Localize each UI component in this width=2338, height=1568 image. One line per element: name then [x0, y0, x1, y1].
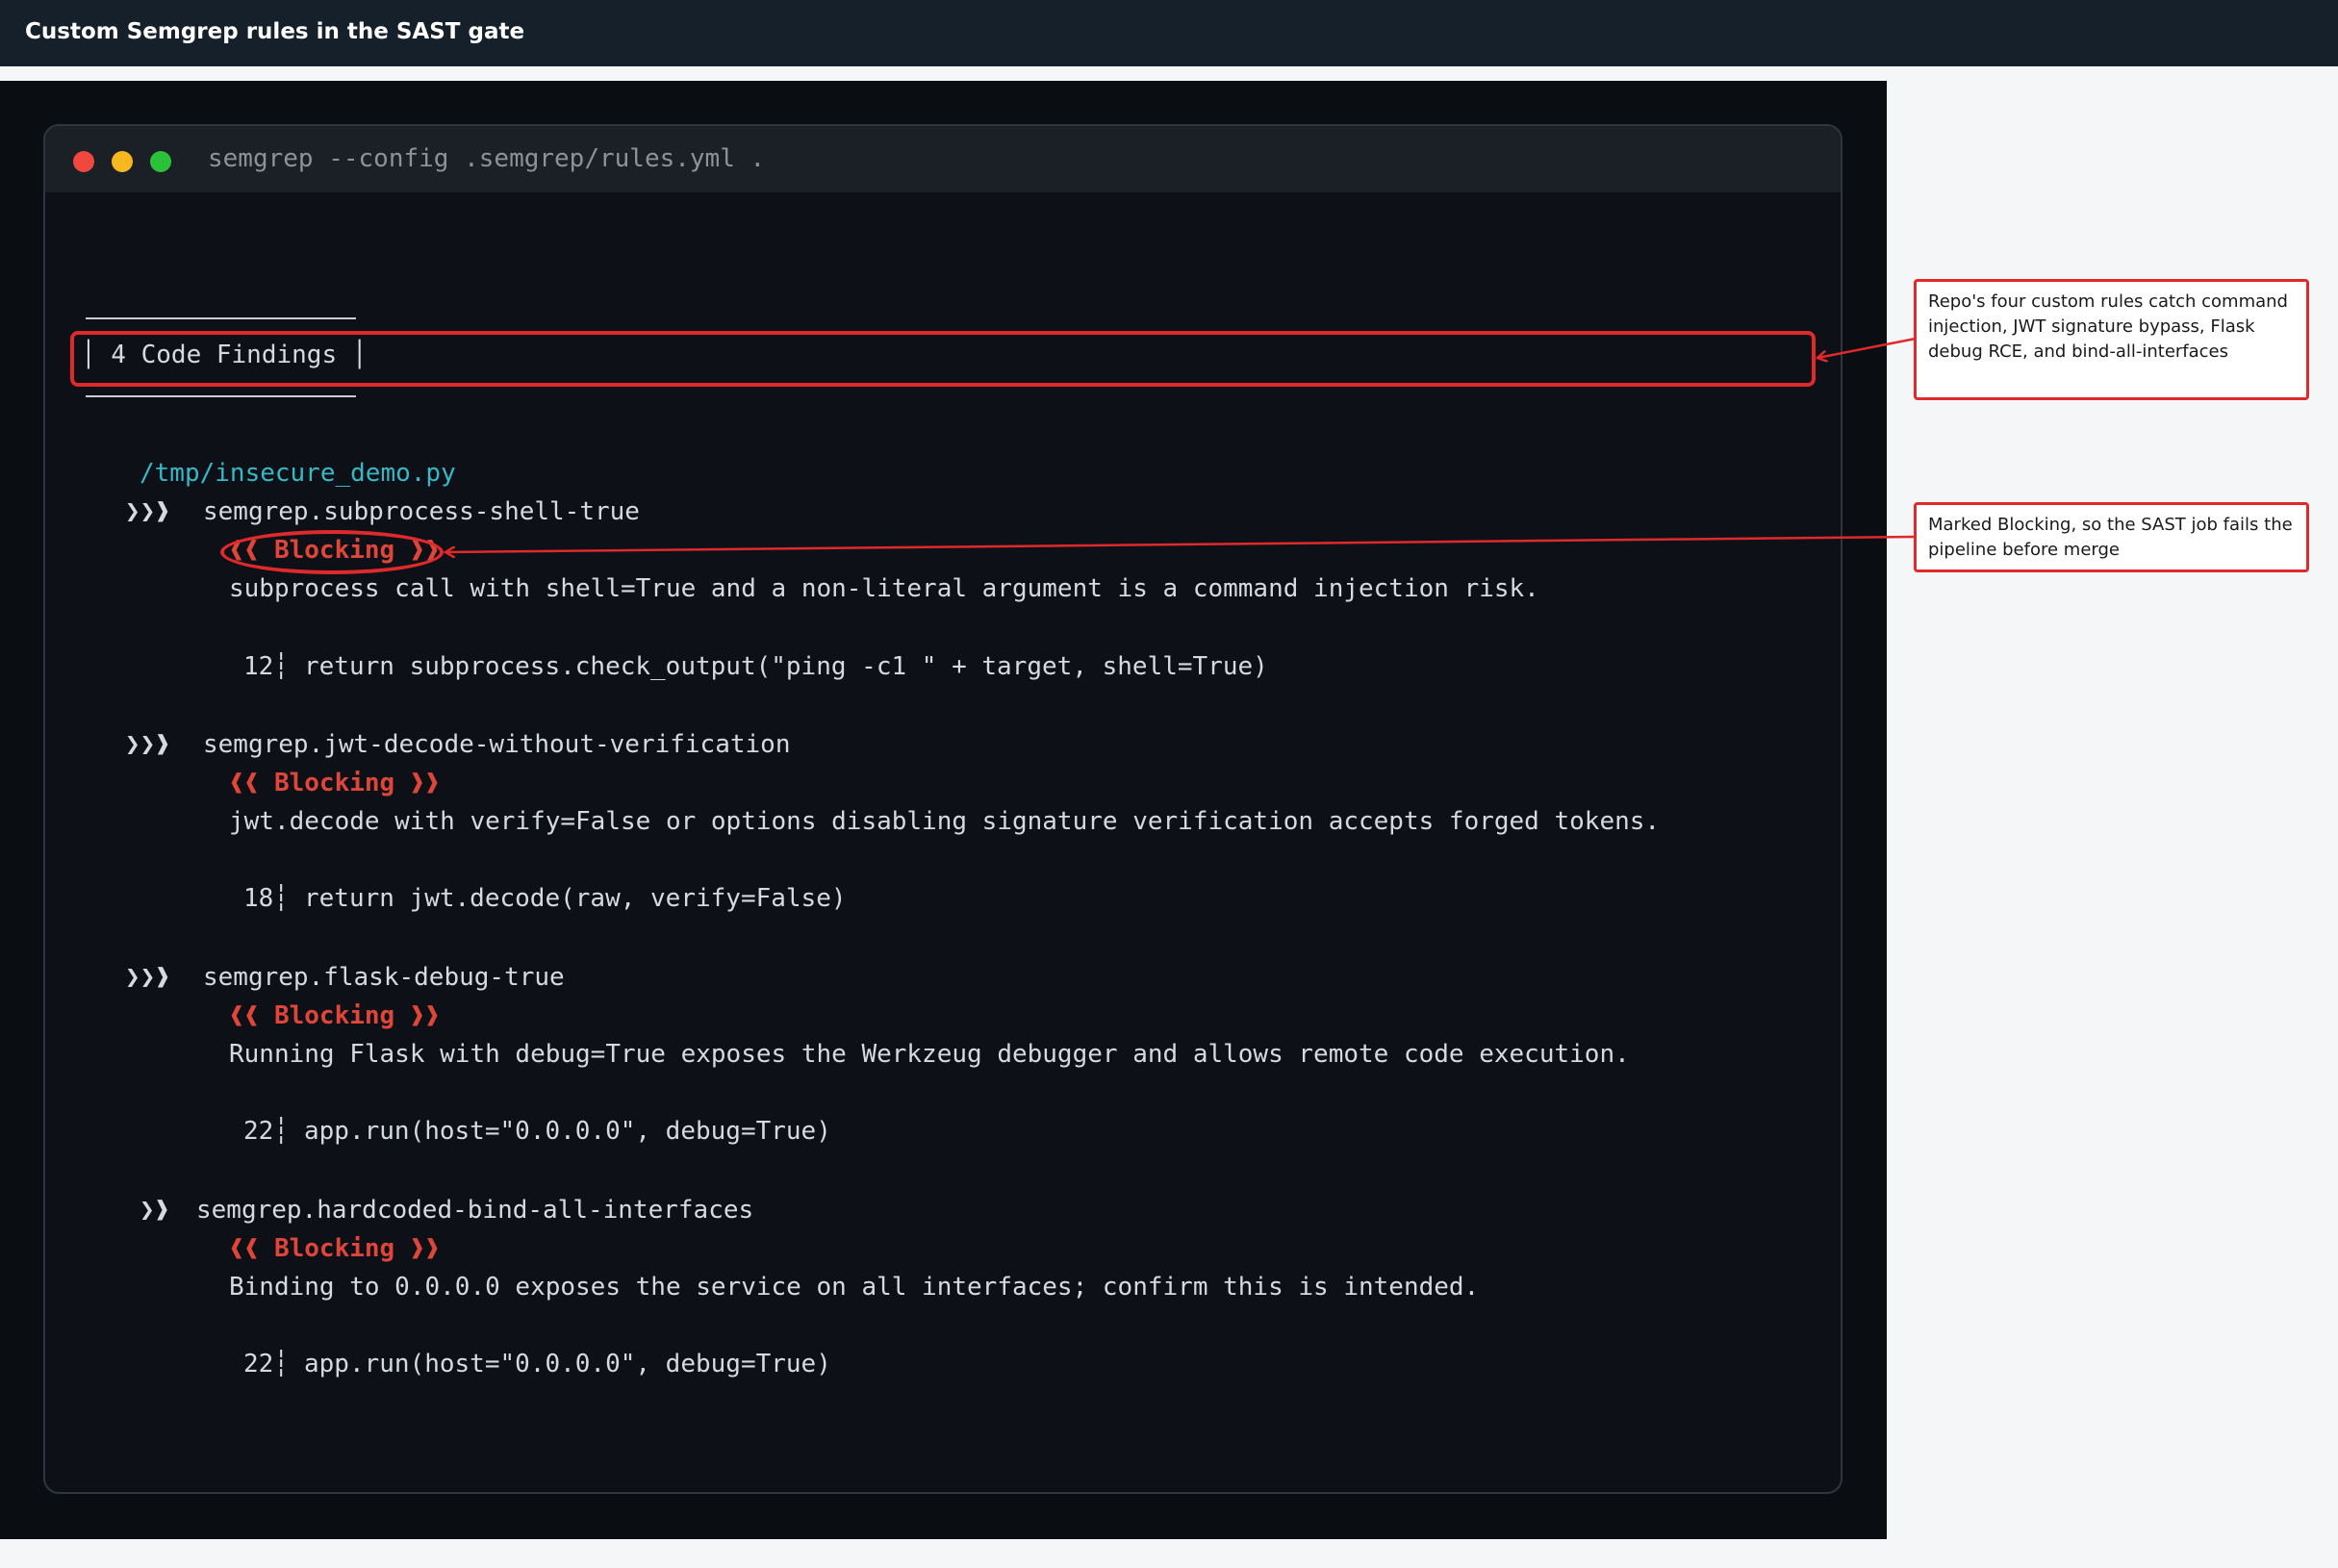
window-titlebar: Custom Semgrep rules in the SAST gate [0, 0, 2338, 66]
chevron-icon: ❯❯❱ [125, 497, 170, 526]
blocking-badge: ❰❰ Blocking ❱❱ [229, 1234, 441, 1263]
code-line-number: 18┆ [243, 884, 289, 913]
annotation-callout-blocking: Marked Blocking, so the SAST job fails t… [1914, 502, 2309, 572]
summary-highlight-box [70, 331, 1816, 387]
finding-message: jwt.decode with verify=False or options … [229, 807, 1661, 836]
code-snippet: return subprocess.check_output("ping -c1… [304, 652, 1268, 681]
rule-id: semgrep.subprocess-shell-true [203, 497, 640, 526]
blocking-highlight-ellipse [220, 530, 444, 574]
summary-box-bottom-border [86, 395, 356, 397]
maximize-window-button[interactable] [150, 151, 171, 172]
rule-id: semgrep.jwt-decode-without-verification [203, 730, 791, 759]
minimize-window-button[interactable] [112, 151, 133, 172]
file-path: /tmp/insecure_demo.py [140, 459, 456, 488]
rule-id: semgrep.flask-debug-true [203, 963, 565, 992]
code-snippet: app.run(host="0.0.0.0", debug=True) [304, 1117, 831, 1146]
terminal-titlebar: semgrep --config .semgrep/rules.yml . [45, 126, 1841, 192]
code-snippet: return jwt.decode(raw, verify=False) [304, 884, 847, 913]
blocking-badge: ❰❰ Blocking ❱❱ [229, 1001, 441, 1030]
summary-box-top-border [86, 317, 356, 319]
code-snippet: app.run(host="0.0.0.0", debug=True) [304, 1350, 831, 1378]
finding-message: subprocess call with shell=True and a no… [229, 574, 1539, 603]
chevron-icon: ❯❯❱ [125, 730, 170, 759]
code-line-number: 22┆ [243, 1350, 289, 1378]
chevron-icon: ❯❯❱ [125, 963, 170, 992]
rule-id: semgrep.hardcoded-bind-all-interfaces [196, 1196, 754, 1225]
finding-message: Running Flask with debug=True exposes th… [229, 1040, 1630, 1069]
code-line-number: 12┆ [243, 652, 289, 681]
page-title: Custom Semgrep rules in the SAST gate [25, 19, 525, 44]
close-window-button[interactable] [73, 151, 94, 172]
terminal-command: semgrep --config .semgrep/rules.yml . [208, 144, 766, 173]
chevron-icon: ❯❱ [140, 1196, 170, 1225]
finding-message: Binding to 0.0.0.0 exposes the service o… [229, 1273, 1480, 1302]
blocking-badge: ❰❰ Blocking ❱❱ [229, 769, 441, 797]
annotation-callout-rules: Repo's four custom rules catch command i… [1914, 279, 2309, 400]
code-line-number: 22┆ [243, 1117, 289, 1146]
